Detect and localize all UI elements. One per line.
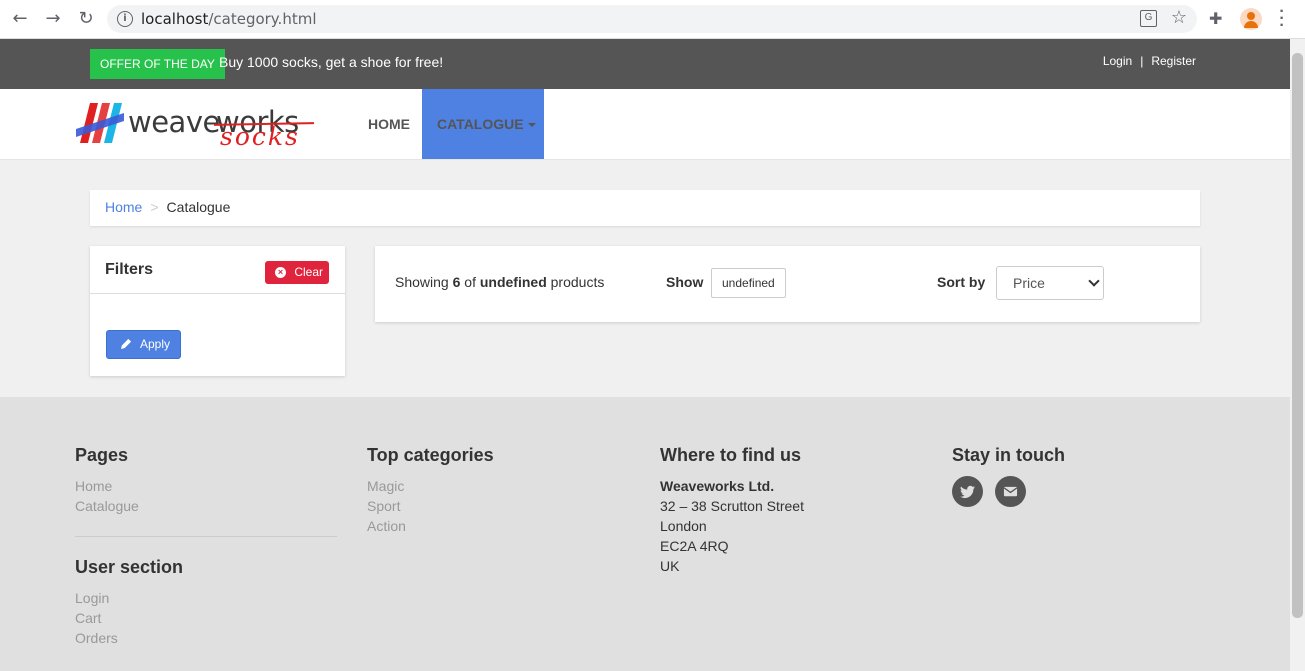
footer-link-sport[interactable]: Sport bbox=[367, 496, 494, 516]
footer-link-orders[interactable]: Orders bbox=[75, 628, 337, 648]
footer-user-section-title: User section bbox=[75, 557, 184, 577]
footer-address-line: UK bbox=[660, 558, 680, 574]
apply-filters-button[interactable]: Apply bbox=[106, 330, 181, 359]
footer: Pages Home Catalogue User section Login … bbox=[0, 397, 1290, 671]
footer-link-home[interactable]: Home bbox=[75, 476, 337, 496]
footer-address-line: London bbox=[660, 518, 707, 534]
breadcrumb: Home > Catalogue bbox=[90, 190, 1200, 226]
filters-panel: Filters × Clear Apply bbox=[90, 246, 345, 376]
login-link[interactable]: Login bbox=[1103, 54, 1132, 68]
sort-by-select[interactable]: Price bbox=[996, 266, 1104, 300]
offer-text: Buy 1000 socks, get a shoe for free! bbox=[219, 54, 444, 70]
extensions-puzzle-icon[interactable]: ✚ bbox=[1209, 9, 1222, 28]
address-bar[interactable]: i localhost/category.html G ☆ bbox=[107, 5, 1197, 33]
footer-link-login[interactable]: Login bbox=[75, 588, 337, 608]
bookmark-star-icon[interactable]: ☆ bbox=[1171, 7, 1187, 28]
auth-links: Login | Register bbox=[1099, 54, 1200, 68]
register-link[interactable]: Register bbox=[1151, 54, 1196, 68]
sort-by-value: Price bbox=[1013, 275, 1045, 291]
footer-social-column: Stay in touch bbox=[952, 445, 1065, 507]
footer-categories-column: Top categories Magic Sport Action bbox=[367, 445, 494, 536]
footer-pages-title: Pages bbox=[75, 445, 129, 465]
nav-catalogue-label: CATALOGUE bbox=[437, 116, 524, 132]
profile-avatar-icon[interactable] bbox=[1240, 8, 1262, 30]
sort-by-label: Sort by bbox=[937, 274, 986, 290]
footer-pages-column: Pages Home Catalogue User section Login … bbox=[75, 445, 337, 648]
main-content: Home > Catalogue Filters × Clear Apply Sho… bbox=[0, 160, 1290, 397]
auth-separator: | bbox=[1140, 54, 1144, 68]
breadcrumb-separator: > bbox=[150, 199, 159, 215]
scrollbar-thumb[interactable] bbox=[1292, 53, 1303, 618]
footer-address-line: EC2A 4RQ bbox=[660, 538, 729, 554]
social-links bbox=[952, 476, 1065, 507]
clear-label: Clear bbox=[294, 265, 323, 279]
logo-text-weave: weave bbox=[128, 105, 220, 139]
main-navbar: weave works socks HOME CATALOGUE bbox=[0, 89, 1290, 160]
offer-of-the-day-badge[interactable]: OFFER OF THE DAY bbox=[90, 49, 225, 79]
footer-divider bbox=[75, 536, 337, 537]
filters-header: Filters × Clear bbox=[90, 246, 345, 294]
nav-home[interactable]: HOME bbox=[352, 89, 426, 159]
footer-link-catalogue[interactable]: Catalogue bbox=[75, 496, 337, 516]
caret-down-icon bbox=[527, 123, 536, 128]
products-count-text: Showing 6 of undefined products bbox=[395, 274, 605, 290]
weaveworks-socks-logo[interactable]: weave works socks bbox=[76, 99, 316, 151]
chevron-down-icon bbox=[1088, 275, 1100, 287]
browser-toolbar: ← → ↻ i localhost/category.html G ☆ ✚ · ·… bbox=[0, 0, 1305, 39]
clear-filters-button[interactable]: × Clear bbox=[265, 261, 329, 284]
page-scrollbar[interactable] bbox=[1290, 39, 1305, 671]
reload-icon[interactable]: ↻ bbox=[75, 8, 97, 30]
url-text[interactable]: localhost/category.html bbox=[141, 10, 317, 28]
translate-icon[interactable]: G bbox=[1140, 10, 1157, 27]
offer-topbar: OFFER OF THE DAY Buy 1000 socks, get a s… bbox=[0, 39, 1290, 89]
apply-label: Apply bbox=[140, 337, 171, 351]
logo-text-socks: socks bbox=[220, 122, 300, 151]
pencil-icon bbox=[121, 338, 132, 349]
footer-address-column: Where to find us Weaveworks Ltd. 32 – 38… bbox=[660, 445, 804, 576]
back-icon[interactable]: ← bbox=[9, 8, 31, 30]
footer-link-action[interactable]: Action bbox=[367, 516, 494, 536]
footer-link-cart[interactable]: Cart bbox=[75, 608, 337, 628]
site-info-icon[interactable]: i bbox=[117, 11, 133, 27]
footer-stay-title: Stay in touch bbox=[952, 445, 1066, 465]
breadcrumb-current: Catalogue bbox=[166, 199, 231, 215]
weaveworks-logo-mark-icon bbox=[76, 103, 124, 143]
show-label: Show bbox=[666, 274, 704, 290]
footer-categories-title: Top categories bbox=[367, 445, 494, 465]
products-toolbar: Showing 6 of undefined products Show und… bbox=[375, 246, 1200, 322]
footer-link-magic[interactable]: Magic bbox=[367, 476, 494, 496]
browser-menu-icon[interactable]: · · · bbox=[1275, 4, 1289, 34]
footer-company-name: Weaveworks Ltd. bbox=[660, 478, 775, 494]
nav-catalogue-dropdown[interactable]: CATALOGUE bbox=[422, 89, 544, 159]
show-count-button[interactable]: undefined bbox=[711, 268, 786, 298]
twitter-icon[interactable] bbox=[952, 476, 983, 507]
times-circle-icon: × bbox=[275, 267, 286, 278]
breadcrumb-home[interactable]: Home bbox=[105, 199, 142, 215]
filters-title: Filters bbox=[105, 261, 154, 278]
forward-icon[interactable]: → bbox=[42, 8, 64, 30]
footer-address-line: 32 – 38 Scrutton Street bbox=[660, 498, 804, 514]
footer-where-title: Where to find us bbox=[660, 445, 801, 465]
envelope-icon[interactable] bbox=[995, 476, 1026, 507]
